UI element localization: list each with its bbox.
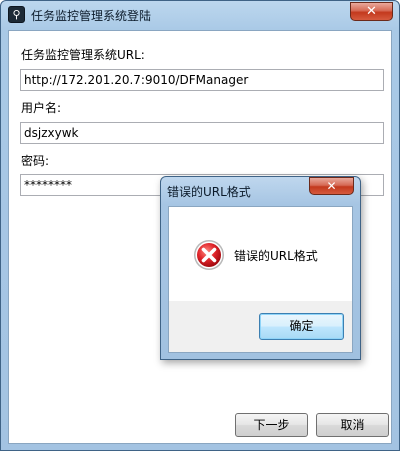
error-message: 错误的URL格式: [234, 249, 318, 263]
close-icon: ✕: [366, 4, 377, 19]
url-label: 任务监控管理系统URL:: [21, 48, 145, 62]
window-title: 任务监控管理系统登陆: [31, 9, 152, 23]
ok-button[interactable]: 确定: [259, 313, 344, 340]
dialog-close-button[interactable]: ✕: [309, 177, 354, 195]
password-label: 密码:: [21, 154, 50, 168]
close-icon: ✕: [326, 179, 337, 193]
window-close-button[interactable]: ✕: [350, 2, 393, 21]
username-field[interactable]: [20, 122, 384, 144]
app-icon: ⚲: [8, 6, 25, 23]
cancel-button[interactable]: 取消: [316, 413, 389, 437]
title-bar[interactable]: ⚲ 任务监控管理系统登陆 ✕: [1, 1, 399, 29]
error-dialog: 错误的URL格式 ✕ 错误的URL格式 确定: [160, 176, 361, 360]
dialog-message-area: 错误的URL格式: [169, 207, 352, 301]
error-icon: [194, 240, 224, 270]
next-button[interactable]: 下一步: [235, 413, 308, 437]
url-field[interactable]: [20, 69, 384, 91]
dialog-title: 错误的URL格式: [167, 185, 251, 199]
username-label: 用户名:: [21, 101, 62, 115]
dialog-body: 错误的URL格式 确定: [168, 206, 353, 353]
